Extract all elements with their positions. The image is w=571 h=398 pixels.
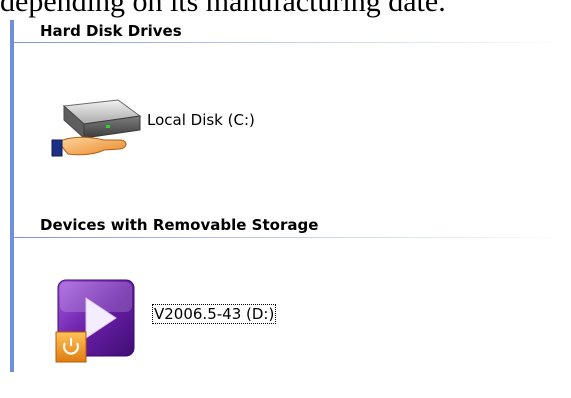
drive-label: V2006.5-43 (D:) <box>152 304 277 324</box>
group-header-hard-disk-drives: Hard Disk Drives <box>40 22 182 40</box>
media-drive-icon <box>54 278 138 364</box>
my-computer-pane: Hard Disk Drives Local Disk (C:) Devices… <box>10 20 571 398</box>
group-divider <box>14 237 571 238</box>
document-caption: depending on its manufacturing date. <box>0 0 446 18</box>
group-header-removable-storage: Devices with Removable Storage <box>40 216 319 234</box>
group-divider <box>14 42 571 43</box>
shared-hard-disk-icon <box>48 92 148 162</box>
left-rule <box>10 20 14 372</box>
drive-label: Local Disk (C:) <box>147 111 255 129</box>
drive-local-disk-c[interactable]: Local Disk (C:) <box>48 92 255 162</box>
drive-removable-d[interactable]: V2006.5-43 (D:) <box>54 278 277 364</box>
